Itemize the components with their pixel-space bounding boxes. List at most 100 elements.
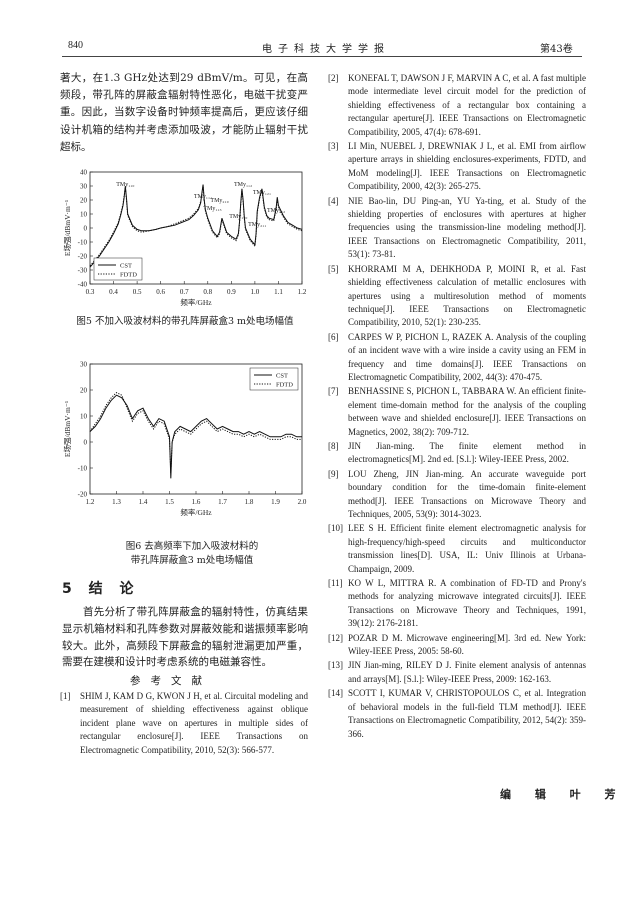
reference-text: LEE S H. Efficient finite element electr… xyxy=(348,523,586,574)
y-axis-label: E场强/dBmV·m⁻¹ xyxy=(63,200,72,256)
header-rule xyxy=(62,56,582,57)
reference-number: [9] xyxy=(328,468,339,479)
series-line-cst xyxy=(89,394,302,479)
references-list-left: [1] SHIM J, KAM D G, KWON J H, et al. Cir… xyxy=(60,690,308,758)
mode-annotation: TMy₂₁₀ xyxy=(210,198,228,204)
mode-annotation: TMy₁₁₀ xyxy=(116,182,134,188)
figure-5-caption: 图5 不加入吸波材料的带孔阵屏蔽盒3 m处电场幅值 xyxy=(76,316,294,327)
y-tick-label: -40 xyxy=(78,281,88,289)
editor-credit: 编 辑 叶 芳 xyxy=(500,788,626,801)
mode-annotation: TMy₁₁₃ xyxy=(203,206,221,212)
volume-label: 第43卷 xyxy=(540,44,573,55)
x-tick-label: 1.4 xyxy=(139,498,148,506)
reference-text: JIN Jian-ming, RILEY D J. Finite element… xyxy=(348,660,586,684)
reference-text: POZAR D M. Microwave engineering[M]. 3rd… xyxy=(348,632,586,657)
reference-text: KONEFAL T, DAWSON J F, MARVIN A C, et al… xyxy=(348,73,586,137)
y-tick-label: 0 xyxy=(84,225,88,233)
references-heading: 参考文献 xyxy=(130,675,212,687)
y-tick-label: 20 xyxy=(80,197,88,205)
y-tick-label: 0 xyxy=(84,439,88,447)
page-number: 840 xyxy=(68,40,83,51)
x-tick-label: 1.5 xyxy=(165,498,174,506)
reference-item: [14] SCOTT I, KUMAR V, CHRISTOPOULOS C, e… xyxy=(328,687,586,741)
x-tick-label: 0.7 xyxy=(180,288,189,296)
conclusion-paragraph: 首先分析了带孔阵屏蔽盒的辐射特性，仿真结果显示机箱材料和孔阵参数对屏蔽效能和谐振… xyxy=(62,606,308,669)
reference-item: [5] KHORRAMI M A, DEHKHODA P, MOINI R, et… xyxy=(328,263,586,330)
reference-number: [1] xyxy=(60,691,71,701)
x-tick-label: 0.5 xyxy=(133,288,142,296)
reference-text: BENHASSINE S, PICHON L, TABBARA W. An ef… xyxy=(348,386,586,437)
x-tick-label: 1.8 xyxy=(245,498,254,506)
reference-item: [2] KONEFAL T, DAWSON J F, MARVIN A C, et… xyxy=(328,72,586,139)
reference-number: [2] xyxy=(328,73,339,83)
y-tick-label: -30 xyxy=(78,267,88,275)
reference-text: KO W L, MITTRA R. A combination of FD-TD… xyxy=(348,578,586,629)
reference-item: [13] JIN Jian-ming, RILEY D J. Finite ele… xyxy=(328,659,586,686)
figure-6-caption-line2: 带孔阵屏蔽盒3 m处电场幅值 xyxy=(130,555,254,566)
y-tick-label: 40 xyxy=(80,169,88,177)
intro-paragraph: 著大，在1.3 GHz处达到29 dBmV/m。可见，在高频段，带孔阵的屏蔽盒辐… xyxy=(60,72,308,153)
x-tick-label: 1.6 xyxy=(192,498,201,506)
mode-annotation: TMy₂₁₁ xyxy=(248,222,266,228)
reference-number: [14] xyxy=(328,688,343,699)
x-tick-label: 0.6 xyxy=(156,288,165,296)
reference-text: LOU Zheng, JIN Jian-ming. An accurate wa… xyxy=(348,468,586,519)
series-line-fdtd xyxy=(89,391,302,474)
y-axis-label: E场强/dBmV·m⁻¹ xyxy=(63,401,72,457)
x-tick-label: 1.9 xyxy=(271,498,280,506)
reference-text: KHORRAMI M A, DEHKHODA P, MOINI R, et al… xyxy=(348,263,586,328)
x-axis-label: 频率/GHz xyxy=(180,297,212,307)
reference-text: LI Min, NUEBEL J, DREWNIAK J L, et al. E… xyxy=(348,141,586,192)
reference-number: [6] xyxy=(328,331,339,342)
reference-text: CARPES W P, PICHON L, RAZEK A. Analysis … xyxy=(348,331,586,382)
figure-6-chart: 1.2 1.3 1.4 1.5 1.6 1.7 1.8 1.9 2.0 -20 -10 0 10 20 30… xyxy=(63,361,307,518)
x-tick-label: 1.3 xyxy=(112,498,121,506)
x-tick-label: 1.0 xyxy=(251,288,260,296)
reference-item: [7] BENHASSINE S, PICHON L, TABBARA W. An… xyxy=(328,385,586,439)
x-tick-label: 0.4 xyxy=(109,288,118,296)
legend-label: FDTD xyxy=(276,382,293,389)
reference-number: [8] xyxy=(328,440,339,451)
y-tick-label: 10 xyxy=(80,413,88,421)
y-tick-label: 10 xyxy=(80,211,88,219)
mode-annotation: TMy₁₂₀ xyxy=(229,214,247,220)
conclusion-heading: 5 结 论 xyxy=(62,581,140,597)
y-tick-label: 30 xyxy=(80,361,88,369)
y-tick-label: 30 xyxy=(80,183,88,191)
mode-annotation: TMy₂₁₂ xyxy=(267,208,285,214)
x-tick-label: 1.7 xyxy=(218,498,227,506)
reference-text: NIE Bao-lin, DU Ping-an, YU Ya-ting, et … xyxy=(348,195,586,260)
reference-number: [13] xyxy=(328,660,343,671)
reference-number: [5] xyxy=(328,263,339,274)
figure-6-caption: 图6 去高频率下加入吸波材料的 带孔阵屏蔽盒3 m处电场幅值 xyxy=(92,540,292,568)
reference-item: [4] NIE Bao-lin, DU Ping-an, YU Ya-ting, … xyxy=(328,195,586,262)
x-tick-label: 0.8 xyxy=(203,288,212,296)
references-list-right: [2] KONEFAL T, DAWSON J F, MARVIN A C, et… xyxy=(328,72,586,742)
mode-annotation: TMy₁₂₁ xyxy=(253,190,271,196)
x-tick-label: 1.2 xyxy=(298,288,307,296)
reference-item: [6] CARPES W P, PICHON L, RAZEK A. Analys… xyxy=(328,331,586,385)
reference-item: [9] LOU Zheng, JIN Jian-ming. An accurate… xyxy=(328,468,586,522)
figure-5-chart: 0.3 0.4 0.5 0.6 0.7 0.8 0.9 1.0 1.1 1.2 -40 -30 -20 -… xyxy=(63,169,307,308)
x-tick-label: 0.3 xyxy=(86,288,95,296)
legend-label: CST xyxy=(120,263,132,270)
journal-title: 电子科技大学学报 xyxy=(262,44,390,55)
x-axis-label: 频率/GHz xyxy=(180,507,212,517)
y-tick-label: 20 xyxy=(80,387,88,395)
reference-item: [10] LEE S H. Efficient finite element el… xyxy=(328,522,586,576)
reference-text: SCOTT I, KUMAR V, CHRISTOPOULOS C, et al… xyxy=(348,688,586,739)
reference-number: [4] xyxy=(328,195,339,206)
reference-number: [11] xyxy=(328,578,343,589)
x-tick-label: 1.1 xyxy=(274,288,283,296)
reference-number: [7] xyxy=(328,386,339,397)
y-tick-label: -20 xyxy=(78,491,88,499)
reference-number: [12] xyxy=(328,632,343,643)
reference-text: JIN Jian-ming. The finite element method… xyxy=(348,440,586,465)
y-tick-label: -20 xyxy=(78,253,88,261)
reference-item: [11] KO W L, MITTRA R. A combination of F… xyxy=(328,577,586,631)
figure-6-caption-line1: 图6 去高频率下加入吸波材料的 xyxy=(125,541,259,552)
reference-text: SHIM J, KAM D G, KWON J H, et al. Circui… xyxy=(80,691,308,755)
mode-annotation: TMy₁₁₂ xyxy=(234,182,252,188)
x-tick-label: 0.9 xyxy=(227,288,236,296)
y-tick-label: -10 xyxy=(78,465,88,473)
